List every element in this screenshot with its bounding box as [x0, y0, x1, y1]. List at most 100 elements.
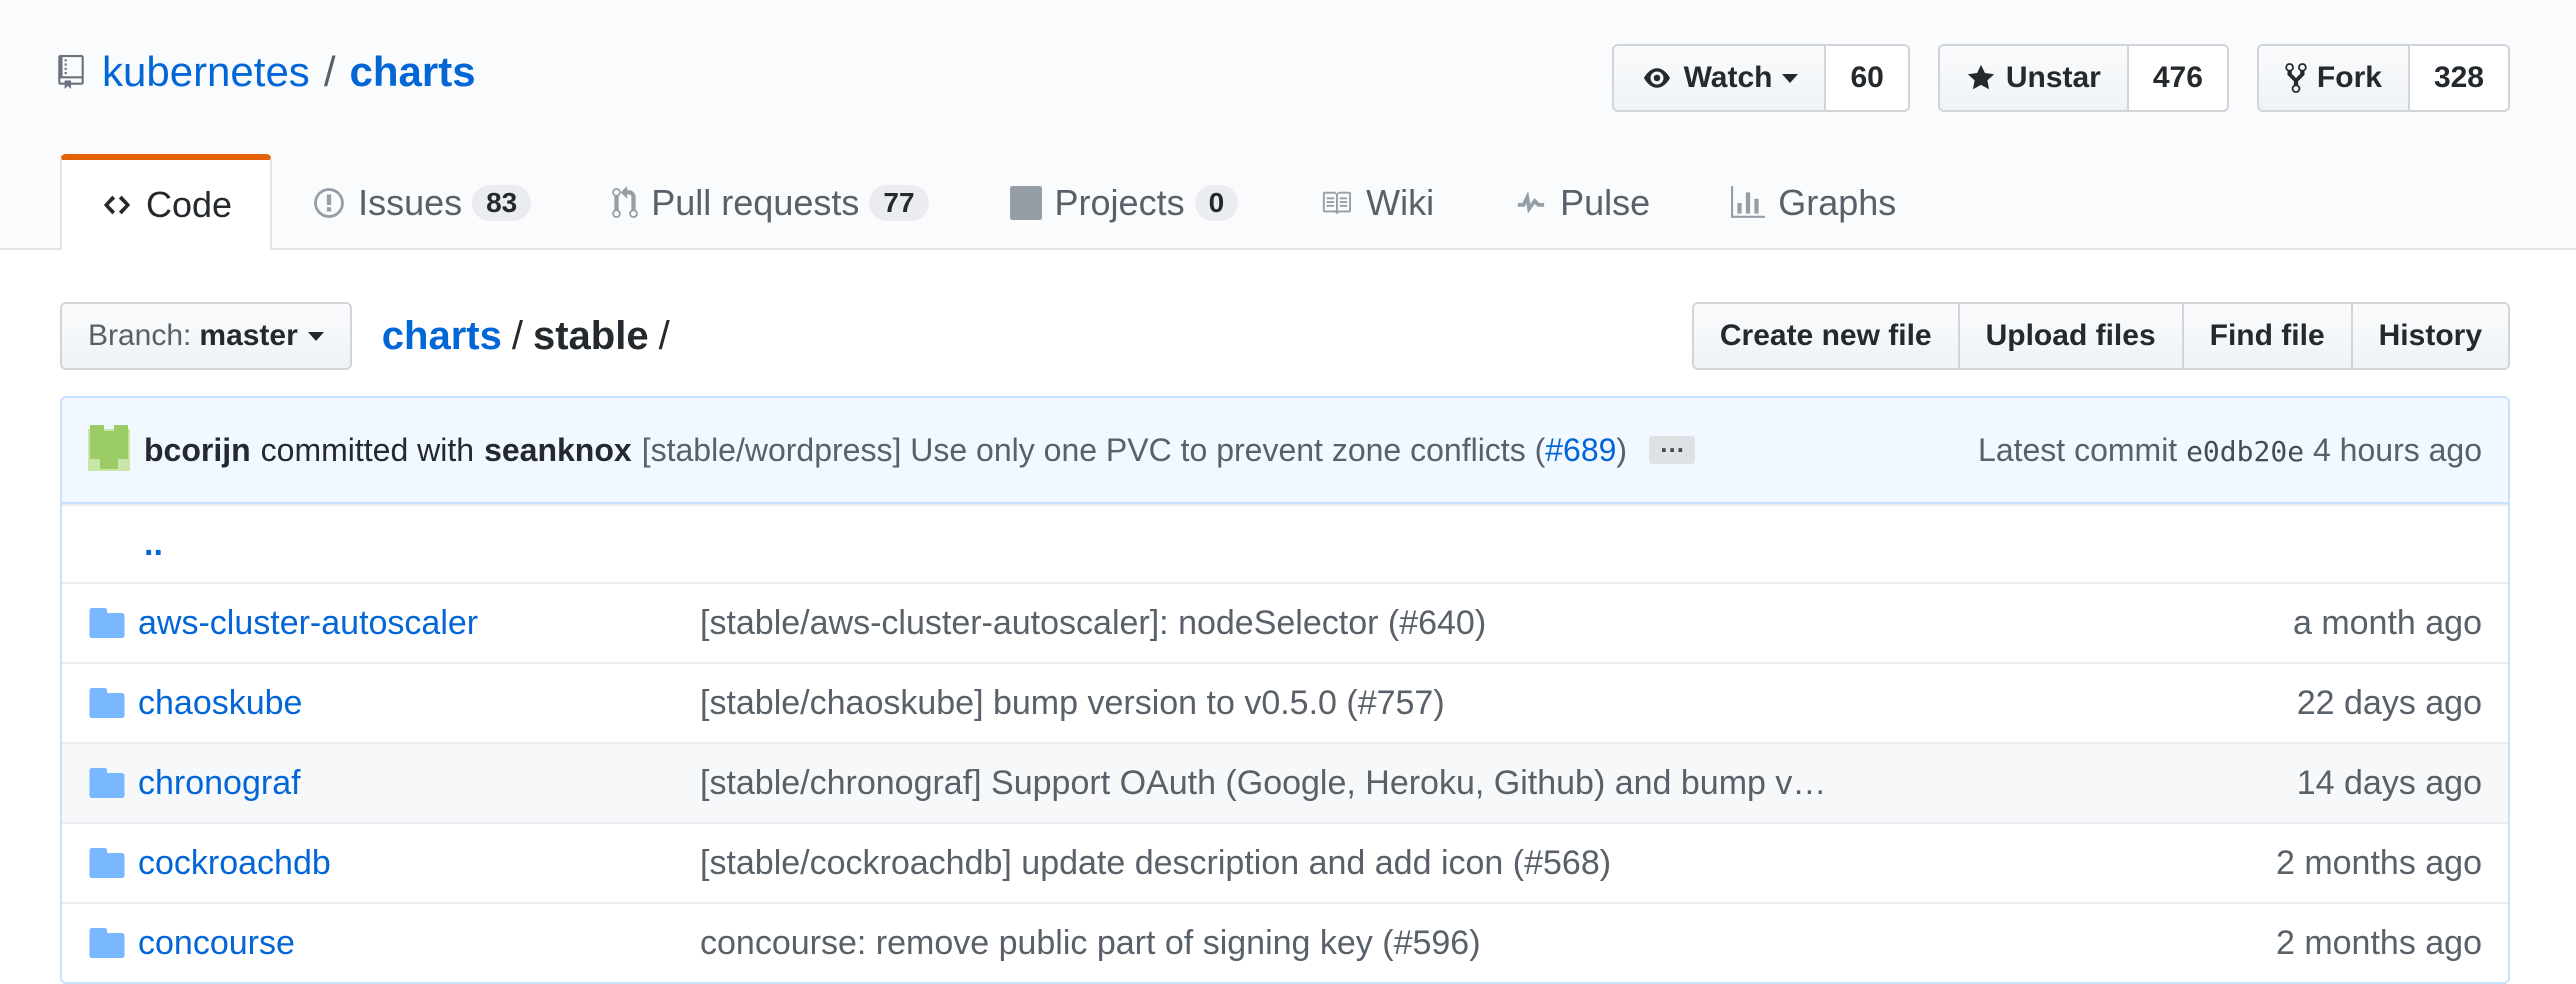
tab-pulse-label: Pulse — [1560, 182, 1651, 223]
watch-button-group: Watch 60 — [1611, 44, 1910, 112]
commit-message-end: ) — [1616, 431, 1628, 468]
table-row: aws-cluster-autoscaler [stable/aws-clust… — [62, 582, 2508, 662]
folder-icon — [88, 928, 126, 958]
file-name-link[interactable]: aws-cluster-autoscaler — [138, 604, 700, 643]
unstar-button[interactable]: Unstar — [1939, 46, 2129, 110]
commit-sha-link[interactable]: e0db20e — [2186, 435, 2304, 468]
tab-code[interactable]: Code — [60, 154, 273, 250]
branch-name: master — [199, 319, 298, 352]
tab-wiki[interactable]: Wiki — [1278, 154, 1474, 250]
star-icon — [1967, 64, 1994, 90]
committed-with-text: committed with — [260, 431, 475, 468]
file-commit-message[interactable]: [stable/chronograf] Support OAuth (Googl… — [700, 764, 1940, 803]
star-count[interactable]: 476 — [2128, 46, 2227, 110]
tab-projects[interactable]: Projects 0 — [969, 154, 1279, 250]
file-age: a month ago — [2292, 603, 2482, 642]
branch-prefix: Branch: — [88, 319, 192, 352]
file-table: bcorijn committed with seanknox [stable/… — [60, 396, 2510, 984]
file-commit-message[interactable]: [stable/cockroachdb] update description … — [700, 844, 1940, 883]
folder-icon — [88, 608, 126, 638]
fork-label: Fork — [2316, 61, 2382, 94]
fork-button-group: Fork 328 — [2256, 44, 2510, 112]
pull-requests-count-badge: 77 — [869, 185, 929, 221]
pull-request-icon — [612, 186, 639, 218]
watch-label: Watch — [1683, 61, 1773, 94]
unstar-label: Unstar — [2005, 61, 2101, 94]
breadcrumb-current: stable — [532, 313, 649, 358]
commit-pr-link[interactable]: #689 — [1545, 432, 1616, 468]
repo-header: kubernetes / charts Watch 60 Unstar 476 … — [0, 0, 2576, 250]
repo-title: kubernetes / charts — [58, 48, 476, 96]
tab-issues[interactable]: Issues 83 — [272, 154, 571, 250]
file-name-link[interactable]: chronograf — [138, 764, 700, 803]
tab-pull-requests[interactable]: Pull requests 77 — [571, 154, 968, 250]
repo-actions: Watch 60 Unstar 476 Fork 328 — [1584, 44, 2510, 112]
repo-nav-tabs: Code Issues 83 Pull requests 77 Projects… — [60, 154, 1936, 250]
tab-pulse[interactable]: Pulse — [1474, 154, 1690, 250]
file-commit-message[interactable]: concourse: remove public part of signing… — [700, 924, 1940, 963]
watch-button[interactable]: Watch — [1613, 46, 1827, 110]
tab-projects-label: Projects — [1054, 182, 1185, 223]
folder-icon — [88, 688, 126, 718]
file-commit-message[interactable]: [stable/chaoskube] bump version to v0.5.… — [700, 684, 1940, 723]
chevron-down-icon — [307, 331, 324, 341]
branch-selector[interactable]: Branch: master — [60, 302, 352, 370]
code-icon — [103, 195, 131, 215]
expand-commit-button[interactable]: … — [1649, 430, 1696, 464]
table-row: chaoskube [stable/chaoskube] bump versio… — [62, 662, 2508, 742]
issues-count-badge: 83 — [472, 185, 532, 221]
commit-message[interactable]: [stable/wordpress] Use only one PVC to p… — [642, 432, 1627, 469]
breadcrumb-root-link[interactable]: charts — [382, 314, 502, 359]
issue-icon — [314, 188, 344, 218]
commit-message-text: [stable/wordpress] Use only one PVC to p… — [641, 431, 1546, 468]
projects-count-badge: 0 — [1194, 185, 1239, 221]
table-row: cockroachdb [stable/cockroachdb] update … — [62, 822, 2508, 902]
breadcrumb-trailing-separator: / — [658, 313, 670, 358]
breadcrumb: charts / stable / — [382, 314, 680, 359]
table-row: concourse concourse: remove public part … — [62, 902, 2508, 982]
parent-directory-link[interactable]: .. — [144, 525, 163, 564]
project-icon — [1009, 186, 1042, 220]
file-age: 22 days ago — [2296, 683, 2482, 722]
fork-icon — [2285, 63, 2307, 93]
find-file-button[interactable]: Find file — [2183, 304, 2353, 368]
star-button-group: Unstar 476 — [1937, 44, 2229, 112]
tab-code-label: Code — [146, 184, 233, 225]
file-name-link[interactable]: chaoskube — [138, 684, 700, 723]
chevron-down-icon — [1782, 73, 1799, 83]
graph-icon — [1731, 186, 1766, 218]
create-new-file-button[interactable]: Create new file — [1693, 304, 1960, 368]
file-age: 2 months ago — [2275, 923, 2482, 962]
commit-coauthor[interactable]: seanknox — [484, 432, 632, 469]
pulse-icon — [1518, 191, 1545, 214]
latest-commit-bar: bcorijn committed with seanknox [stable/… — [62, 398, 2508, 504]
tab-graphs[interactable]: Graphs — [1690, 154, 1936, 250]
fork-button[interactable]: Fork — [2258, 46, 2410, 110]
avatar[interactable] — [88, 429, 130, 471]
breadcrumb-separator: / — [511, 313, 523, 358]
tab-wiki-label: Wiki — [1366, 182, 1435, 223]
file-name-link[interactable]: cockroachdb — [138, 844, 700, 883]
upload-files-button[interactable]: Upload files — [1959, 304, 2184, 368]
tab-pull-requests-label: Pull requests — [651, 182, 860, 223]
parent-directory-row: .. — [62, 504, 2508, 582]
book-icon — [1323, 191, 1352, 215]
fork-count[interactable]: 328 — [2409, 46, 2508, 110]
title-separator: / — [323, 48, 336, 95]
watch-count[interactable]: 60 — [1826, 46, 1908, 110]
repo-name-link[interactable]: charts — [349, 48, 475, 96]
tab-issues-label: Issues — [358, 182, 463, 223]
file-age: 14 days ago — [2296, 763, 2482, 802]
file-actions: Create new file Upload files Find file H… — [1691, 302, 2510, 370]
tab-graphs-label: Graphs — [1778, 182, 1897, 223]
eye-icon — [1643, 68, 1670, 88]
commit-age: 4 hours ago — [2312, 431, 2482, 468]
file-name-link[interactable]: concourse — [138, 924, 700, 963]
history-button[interactable]: History — [2352, 304, 2508, 368]
commit-author[interactable]: bcorijn — [144, 432, 251, 469]
file-navigation: Branch: master charts / stable / Create … — [60, 300, 2510, 372]
file-age: 2 months ago — [2275, 843, 2482, 882]
folder-icon — [88, 768, 126, 798]
repo-owner-link[interactable]: kubernetes — [102, 48, 310, 96]
file-commit-message[interactable]: [stable/aws-cluster-autoscaler]: nodeSel… — [700, 604, 1940, 643]
